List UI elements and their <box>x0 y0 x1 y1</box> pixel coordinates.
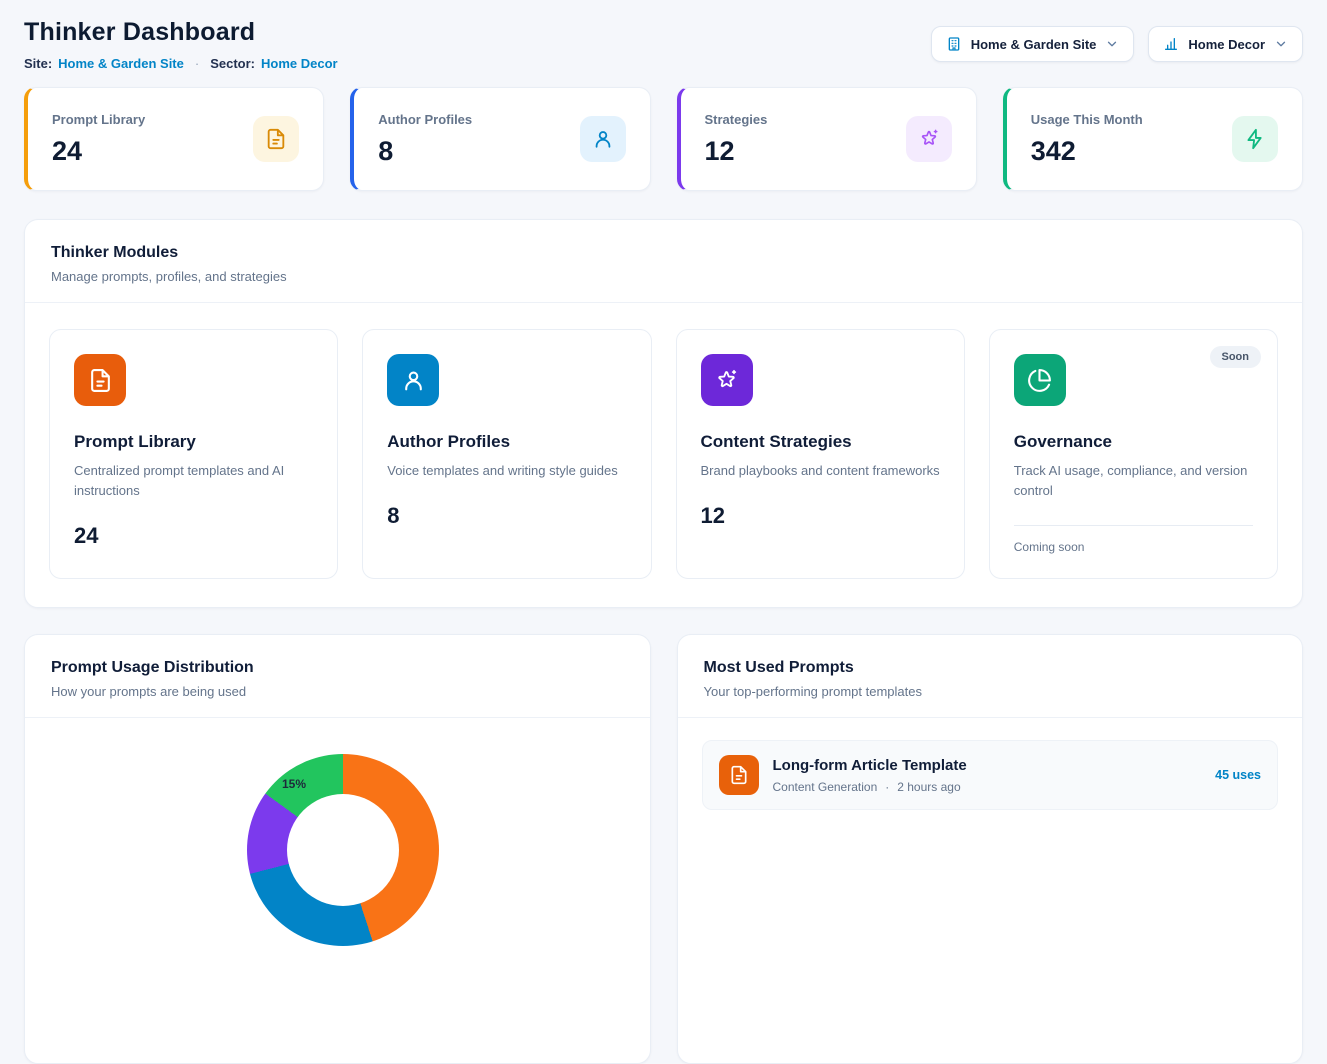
module-description: Voice templates and writing style guides <box>387 461 626 481</box>
prompt-list-item[interactable]: Long-form Article Template Content Gener… <box>702 740 1279 810</box>
donut-segment-label: 15% <box>272 777 316 791</box>
stat-value: 24 <box>52 136 145 167</box>
divider <box>1014 525 1253 526</box>
document-icon <box>74 354 126 406</box>
stats-row: Prompt Library 24 Author Profiles 8 Stra… <box>24 87 1303 191</box>
header: Thinker Dashboard Site: Home & Garden Si… <box>24 18 1303 71</box>
document-icon <box>719 755 759 795</box>
module-stat: 8 <box>387 503 626 529</box>
sector-label: Sector: <box>210 56 255 71</box>
usage-distribution-subtitle: How your prompts are being used <box>51 684 624 699</box>
most-used-prompts-subtitle: Your top-performing prompt templates <box>704 684 1277 699</box>
bottom-row: Prompt Usage Distribution How your promp… <box>24 634 1303 1064</box>
bar-chart-icon <box>1163 36 1179 52</box>
meta-separator: · <box>195 56 199 71</box>
chevron-down-icon <box>1105 37 1119 51</box>
stat-value: 342 <box>1031 136 1143 167</box>
soon-badge: Soon <box>1210 346 1262 368</box>
sector-selector-dropdown[interactable]: Home Decor <box>1148 26 1303 62</box>
sparkle-star-icon <box>701 354 753 406</box>
module-stat: 12 <box>701 503 940 529</box>
header-selectors: Home & Garden Site Home Decor <box>931 26 1303 62</box>
module-card-prompt-library[interactable]: Prompt Library Centralized prompt templa… <box>49 329 338 579</box>
module-card-author-profiles[interactable]: Author Profiles Voice templates and writ… <box>362 329 651 579</box>
building-icon <box>946 36 962 52</box>
most-used-prompts-card: Most Used Prompts Your top-performing pr… <box>677 634 1304 1064</box>
stat-label: Author Profiles <box>378 112 472 127</box>
site-sector-meta: Site: Home & Garden Site · Sector: Home … <box>24 56 338 71</box>
dashboard-page: Thinker Dashboard Site: Home & Garden Si… <box>0 0 1327 1064</box>
meta-separator: · <box>885 780 889 794</box>
module-stat: 24 <box>74 523 313 549</box>
stat-info: Prompt Library 24 <box>52 112 145 167</box>
user-icon <box>387 354 439 406</box>
most-used-prompts-title: Most Used Prompts <box>704 659 1277 677</box>
chevron-down-icon <box>1274 37 1288 51</box>
modules-header: Thinker Modules Manage prompts, profiles… <box>25 220 1302 302</box>
thinker-modules-section: Thinker Modules Manage prompts, profiles… <box>24 219 1303 608</box>
site-selector-dropdown[interactable]: Home & Garden Site <box>931 26 1135 62</box>
stat-value: 12 <box>705 136 768 167</box>
module-title: Prompt Library <box>74 432 313 452</box>
stat-label: Usage This Month <box>1031 112 1143 127</box>
site-link[interactable]: Home & Garden Site <box>58 56 184 71</box>
stat-label: Prompt Library <box>52 112 145 127</box>
stat-info: Author Profiles 8 <box>378 112 472 167</box>
module-description: Brand playbooks and content frameworks <box>701 461 940 481</box>
usage-distribution-header: Prompt Usage Distribution How your promp… <box>25 635 650 717</box>
module-card-governance[interactable]: Soon Governance Track AI usage, complian… <box>989 329 1278 579</box>
coming-soon-text: Coming soon <box>1014 540 1253 554</box>
prompt-list: Long-form Article Template Content Gener… <box>678 718 1303 832</box>
stat-card-author-profiles: Author Profiles 8 <box>350 87 650 191</box>
user-icon <box>580 116 626 162</box>
stat-value: 8 <box>378 136 472 167</box>
module-title: Governance <box>1014 432 1253 452</box>
prompt-meta: Content Generation · 2 hours ago <box>773 780 1202 794</box>
modules-grid: Prompt Library Centralized prompt templa… <box>25 303 1302 607</box>
prompt-info: Long-form Article Template Content Gener… <box>773 757 1202 794</box>
page-title: Thinker Dashboard <box>24 18 338 47</box>
module-description: Track AI usage, compliance, and version … <box>1014 461 1253 501</box>
stat-card-prompt-library: Prompt Library 24 <box>24 87 324 191</box>
stat-info: Usage This Month 342 <box>1031 112 1143 167</box>
modules-title: Thinker Modules <box>51 244 1276 262</box>
module-card-content-strategies[interactable]: Content Strategies Brand playbooks and c… <box>676 329 965 579</box>
site-selector-label: Home & Garden Site <box>971 37 1097 52</box>
prompt-category: Content Generation <box>773 780 878 794</box>
prompt-title: Long-form Article Template <box>773 757 1202 774</box>
donut-chart-area: 15% <box>25 718 650 1058</box>
stat-card-usage: Usage This Month 342 <box>1003 87 1303 191</box>
stat-label: Strategies <box>705 112 768 127</box>
usage-distribution-title: Prompt Usage Distribution <box>51 659 624 677</box>
sector-link[interactable]: Home Decor <box>261 56 338 71</box>
pie-chart-icon <box>1014 354 1066 406</box>
module-title: Author Profiles <box>387 432 626 452</box>
site-label: Site: <box>24 56 52 71</box>
most-used-prompts-header: Most Used Prompts Your top-performing pr… <box>678 635 1303 717</box>
modules-subtitle: Manage prompts, profiles, and strategies <box>51 269 1276 284</box>
header-left: Thinker Dashboard Site: Home & Garden Si… <box>24 18 338 71</box>
module-title: Content Strategies <box>701 432 940 452</box>
bolt-icon <box>1232 116 1278 162</box>
sparkle-star-icon <box>906 116 952 162</box>
document-icon <box>253 116 299 162</box>
module-description: Centralized prompt templates and AI inst… <box>74 461 313 501</box>
prompt-time: 2 hours ago <box>897 780 960 794</box>
prompt-uses-badge: 45 uses <box>1215 768 1261 782</box>
stat-card-strategies: Strategies 12 <box>677 87 977 191</box>
stat-info: Strategies 12 <box>705 112 768 167</box>
sector-selector-label: Home Decor <box>1188 37 1265 52</box>
usage-distribution-card: Prompt Usage Distribution How your promp… <box>24 634 651 1064</box>
